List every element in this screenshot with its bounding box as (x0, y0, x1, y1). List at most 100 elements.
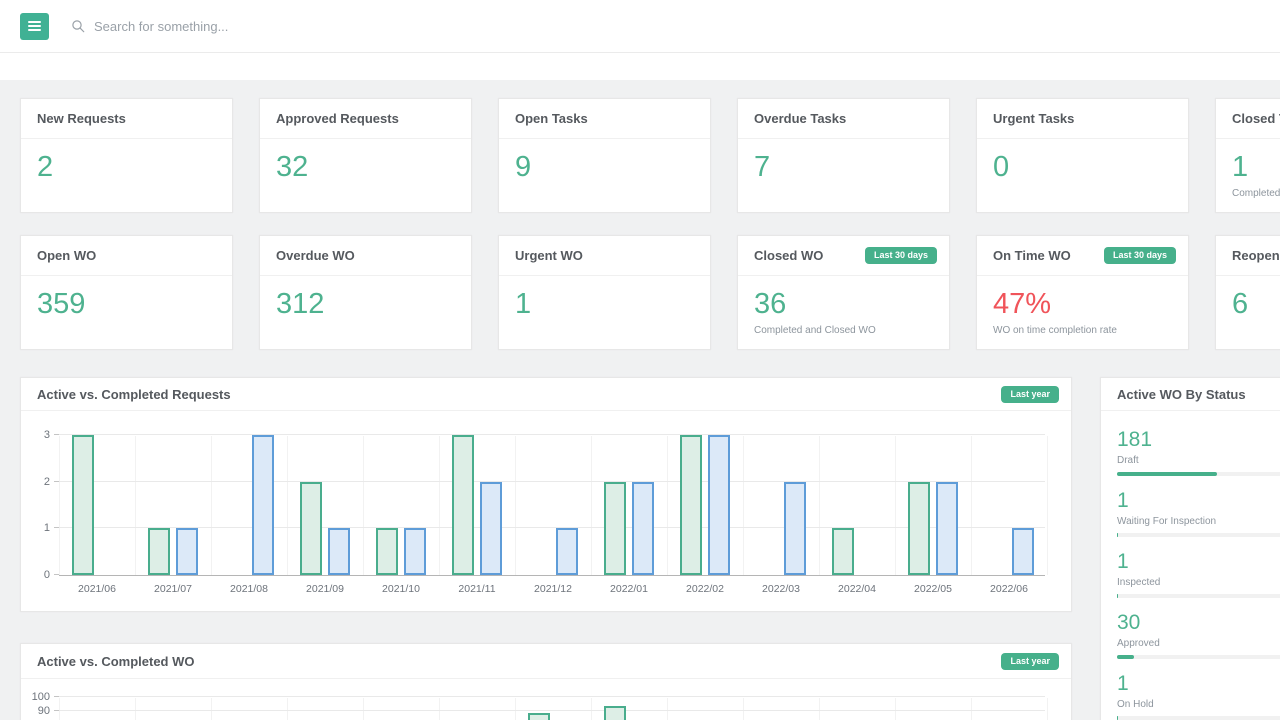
bar-slot-completed (404, 528, 426, 575)
chart-category: 2022/03 (743, 436, 819, 575)
chart-category: 2021/11 (439, 436, 515, 575)
stat-card-header: Open Tasks (499, 99, 710, 139)
bar-pair (452, 698, 502, 720)
stat-card-body: 7 (738, 139, 949, 184)
last-30-days-badge: Last 30 days (865, 247, 937, 264)
x-axis-label: 2021/12 (515, 583, 591, 595)
bar-completed (936, 482, 958, 575)
chart-category: 2021/07 (135, 698, 211, 720)
stat-card-header: New Requests (21, 99, 232, 139)
status-progress-track (1117, 655, 1280, 659)
stat-card-header: Urgent Tasks (977, 99, 1188, 139)
bar-pair (376, 698, 426, 720)
search-input[interactable] (94, 19, 514, 34)
stat-card-header: Closed WOLast 30 days (738, 236, 949, 276)
status-item-waiting-for-inspection: 1Waiting For Inspection (1117, 489, 1280, 537)
y-axis-label: 100 (32, 690, 50, 704)
bar-pair (680, 436, 730, 575)
bar-active (452, 435, 474, 575)
stat-card-title: Approved Requests (276, 111, 399, 126)
chart-category: 2022/04 (819, 698, 895, 720)
status-value: 1 (1117, 489, 1280, 513)
bar-pair (832, 698, 882, 720)
bar-active (604, 482, 626, 575)
x-axis-label: 2022/06 (971, 583, 1047, 595)
bar-pair (300, 436, 350, 575)
y-axis-label: 0 (44, 568, 50, 582)
status-item-on-hold: 1On Hold (1117, 672, 1280, 720)
bar-active (148, 528, 170, 575)
stat-card-title: Overdue Tasks (754, 111, 846, 126)
stat-card-body: 36 Completed and Closed WO (738, 276, 949, 336)
chart-category: 2022/06 (971, 436, 1047, 575)
status-progress-fill (1117, 594, 1118, 598)
chart-card-active-vs-completed-wo: Active vs. Completed WO Last year 901002… (20, 643, 1072, 720)
chart-plot-area: 01232021/062021/072021/082021/092021/102… (21, 436, 1071, 576)
status-progress-track (1117, 533, 1280, 537)
chart-header: Active vs. Completed Requests Last year (21, 378, 1071, 411)
stat-card-open-wo: Open WO359 (20, 235, 233, 350)
bar-pair (680, 698, 730, 720)
stat-value: 6 (1232, 287, 1280, 321)
stats-row-2: Open WO359Overdue WO312Urgent WO1Closed … (20, 235, 1280, 350)
dashboard-content: New Requests2Approved Requests32Open Tas… (0, 80, 1280, 720)
bar-active (376, 528, 398, 575)
stat-card-header: On Time WOLast 30 days (977, 236, 1188, 276)
status-panel-header: Active WO By Status (1101, 378, 1280, 411)
stat-card-body: 312 (260, 276, 471, 321)
chart-category: 2022/02 (667, 436, 743, 575)
stat-card-header: Closed Tasks (1216, 99, 1280, 139)
bar-completed (404, 528, 426, 575)
bar-active (528, 713, 550, 720)
bar-pair (148, 436, 198, 575)
search-bar (71, 19, 514, 34)
stat-card-header: Reopened WO (1216, 236, 1280, 276)
stat-card-body: 47%WO on time completion rate (977, 276, 1188, 336)
stats-row-1: New Requests2Approved Requests32Open Tas… (20, 98, 1280, 213)
bar-pair (604, 436, 654, 575)
stat-card-header: Overdue Tasks (738, 99, 949, 139)
bar-slot-completed (1012, 528, 1034, 575)
bar-slot-completed (632, 482, 654, 575)
bar-slot-completed (784, 482, 806, 575)
stat-card-on-time-wo: On Time WOLast 30 days47%WO on time comp… (976, 235, 1189, 350)
status-panel-title: Active WO By Status (1117, 387, 1246, 402)
menu-button[interactable] (20, 13, 49, 40)
dashboard-screen: New Requests2Approved Requests32Open Tas… (0, 0, 1280, 720)
stat-card-title: Closed Tasks (1232, 111, 1280, 126)
chart-category: 2021/07 (135, 436, 211, 575)
stat-value: 1 (1232, 150, 1280, 184)
stat-value: 36 (754, 287, 933, 321)
bar-pair (528, 698, 578, 720)
status-value: 30 (1117, 611, 1280, 635)
bar-pair (984, 698, 1034, 720)
bar-pair (528, 436, 578, 575)
bar-completed (708, 435, 730, 575)
stat-card-title: Open WO (37, 248, 96, 263)
stat-card-title: Urgent Tasks (993, 111, 1074, 126)
bar-slot-active (148, 528, 170, 575)
x-axis-label: 2022/05 (895, 583, 971, 595)
bar-slot-active (72, 435, 94, 575)
stat-value: 1 (515, 287, 694, 321)
stat-card-body: 0 (977, 139, 1188, 184)
chart-category: 2022/06 (971, 698, 1047, 720)
stat-subtitle: Completed and Closed WO (754, 325, 933, 336)
x-axis-label: 2022/03 (743, 583, 819, 595)
chart-category: 2022/05 (895, 698, 971, 720)
chart-category: 2022/05 (895, 436, 971, 575)
stat-value: 7 (754, 150, 933, 184)
stat-card-overdue-tasks: Overdue Tasks 7 (737, 98, 950, 213)
chart-category: 2022/03 (743, 698, 819, 720)
subheader-strip (0, 53, 1280, 80)
stat-card-approved-requests: Approved Requests32 (259, 98, 472, 213)
status-item-approved: 30Approved (1117, 611, 1280, 659)
bar-pair (376, 436, 426, 575)
gridline-vertical (1047, 698, 1048, 720)
chart-category: 2021/06 (59, 698, 135, 720)
last-year-badge: Last year (1001, 653, 1059, 670)
stat-card-closed-wo: Closed WOLast 30 days 36 Completed and Clo… (737, 235, 950, 350)
bar-slot-completed (708, 435, 730, 575)
stat-card-closed-tasks: Closed Tasks1Completed and Closed Tasks (1215, 98, 1280, 213)
gridline-horizontal (59, 696, 1045, 697)
